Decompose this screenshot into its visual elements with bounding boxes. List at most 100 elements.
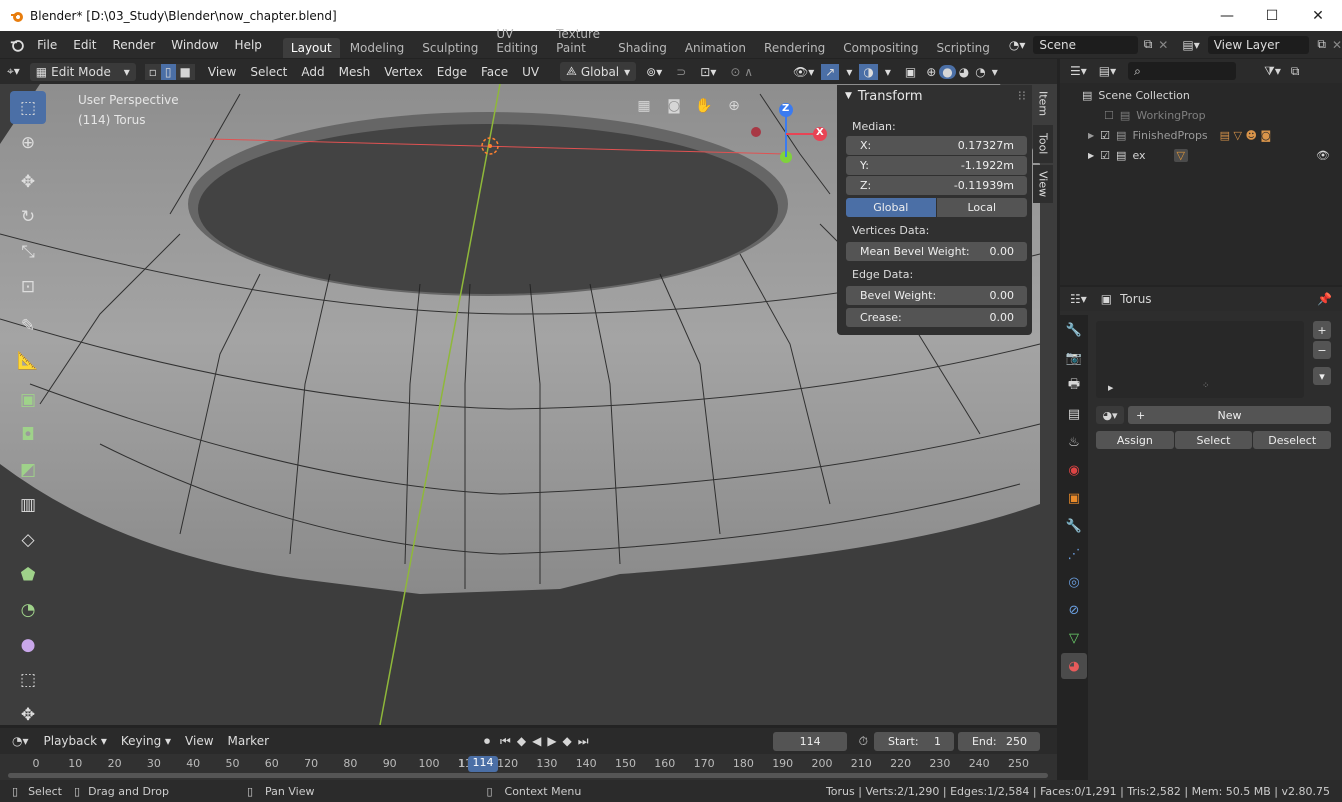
bevel-tool-icon[interactable]: ◩ [10, 453, 46, 486]
snap-icon[interactable]: ⊃ [669, 65, 693, 79]
world-tab-icon[interactable]: ◉ [1061, 457, 1087, 483]
tab-view[interactable]: View [1033, 165, 1053, 203]
shrink-tool-icon[interactable]: ✥ [10, 698, 46, 731]
tab-texture-paint[interactable]: Texture Paint [548, 24, 608, 58]
physics-tab-icon[interactable]: ◎ [1061, 569, 1087, 595]
shading-dropdown-icon[interactable]: ▾ [989, 65, 1001, 79]
loop-cut-tool-icon[interactable]: ▥ [10, 488, 46, 521]
remove-slot-button[interactable]: − [1313, 341, 1331, 359]
output-tab-icon[interactable]: 🖶 [1061, 373, 1087, 399]
menu-mesh[interactable]: Mesh [332, 65, 378, 79]
scale-tool-icon[interactable]: ⤡ [10, 235, 46, 268]
gizmo-x-label[interactable]: X [816, 127, 824, 138]
visibility-icon[interactable]: 👁▾ [786, 65, 821, 79]
orientation-dropdown[interactable]: ⟁ Global ▾ [560, 62, 637, 81]
maximize-button[interactable]: ☐ [1249, 0, 1295, 31]
slot-menu-button[interactable]: ▾ [1313, 367, 1331, 385]
transform-tool-icon[interactable]: ⊡ [10, 270, 46, 303]
zoom-view-icon[interactable]: ⊕ [722, 94, 746, 118]
properties-editor-icon[interactable]: ☷▾ [1070, 292, 1087, 306]
median-z-field[interactable]: Z: -0.11939m [846, 176, 1027, 195]
current-frame-indicator[interactable]: 114 [468, 756, 498, 772]
snap-target-icon[interactable]: ⊡▾ [693, 65, 723, 79]
jump-start-icon[interactable]: ⏮ [500, 734, 511, 749]
menu-add[interactable]: Add [294, 65, 331, 79]
tab-sculpting[interactable]: Sculpting [414, 38, 486, 58]
view-layer-field[interactable]: View Layer [1207, 35, 1310, 54]
tab-uv-editing[interactable]: UV Editing [488, 24, 546, 58]
checkbox-checked-icon[interactable]: ☑ [1100, 129, 1110, 142]
timeline-playback-menu[interactable]: Playback ▾ [37, 734, 114, 748]
editor-type-icon[interactable]: ⌖▾ [0, 64, 27, 79]
select-box-tool-icon[interactable]: ⬚ [10, 91, 46, 124]
tab-scripting[interactable]: Scripting [929, 38, 998, 58]
filter-icon[interactable]: ⧩▾ [1264, 64, 1281, 79]
menu-window[interactable]: Window [163, 38, 226, 52]
menu-help[interactable]: Help [227, 38, 270, 52]
timeline-marker-menu[interactable]: Marker [221, 734, 276, 748]
menu-face[interactable]: Face [474, 65, 515, 79]
timeline-editor-icon[interactable]: ◔▾ [12, 734, 29, 748]
edge-slide-tool-icon[interactable]: ⬚ [10, 663, 46, 696]
pivot-icon[interactable]: ⊚▾ [639, 65, 669, 79]
outliner-search-input[interactable]: ⌕ [1128, 62, 1237, 80]
drag-handle-icon[interactable]: ⁝⁝ [1018, 89, 1026, 104]
copy-view-layer-icon[interactable]: ⧉ [1317, 37, 1326, 52]
overlay-dropdown-icon[interactable]: ▾ [878, 65, 898, 79]
tab-tool[interactable]: Tool [1033, 125, 1053, 163]
median-y-field[interactable]: Y: -1.1922m [846, 156, 1027, 175]
expand-icon[interactable]: ▶ [1088, 151, 1094, 160]
expand-icon[interactable]: ▶ [1108, 384, 1113, 392]
scene-icon[interactable]: ◔▾ [1009, 38, 1026, 52]
inset-tool-icon[interactable]: ◘ [10, 418, 46, 451]
vertex-select-icon[interactable]: ▫ [144, 63, 161, 80]
cursor-tool-icon[interactable]: ⊕ [10, 126, 46, 159]
bevel-weight-field[interactable]: Bevel Weight: 0.00 [846, 286, 1027, 305]
global-button[interactable]: Global [846, 198, 936, 217]
record-icon[interactable]: ⏺ [484, 734, 490, 749]
tab-item[interactable]: Item [1033, 85, 1053, 123]
timeline-keying-menu[interactable]: Keying ▾ [114, 734, 178, 748]
start-frame-field[interactable]: Start: 1 [873, 731, 954, 751]
next-keyframe-icon[interactable]: ◆ [563, 734, 572, 748]
tab-animation[interactable]: Animation [677, 38, 754, 58]
constraints-tab-icon[interactable]: ⊘ [1061, 597, 1087, 623]
crease-field[interactable]: Crease: 0.00 [846, 308, 1027, 327]
deselect-button[interactable]: Deselect [1253, 431, 1332, 449]
annotate-tool-icon[interactable]: ✎ [10, 309, 46, 342]
tool-tab-icon[interactable]: 🔧 [1061, 317, 1087, 343]
object-tab-icon[interactable]: ▣ [1061, 485, 1087, 511]
close-button[interactable]: ✕ [1295, 0, 1341, 31]
blender-menu-icon[interactable] [9, 36, 25, 54]
menu-uv[interactable]: UV [515, 65, 546, 79]
stopwatch-icon[interactable]: ⏱ [859, 734, 868, 749]
shading-rendered-icon[interactable]: ◔ [972, 65, 988, 79]
remove-view-layer-icon[interactable]: ✕ [1332, 38, 1342, 52]
play-icon[interactable]: ▶ [547, 734, 556, 748]
edge-select-icon[interactable]: ▯ [160, 63, 176, 80]
outliner-row-scene-collection[interactable]: ▤ Scene Collection [1060, 85, 1342, 105]
tab-rendering[interactable]: Rendering [756, 38, 833, 58]
checkbox-checked-icon[interactable]: ☑ [1100, 149, 1110, 162]
remove-scene-icon[interactable]: ✕ [1158, 38, 1168, 52]
play-reverse-icon[interactable]: ◀ [532, 734, 541, 748]
move-tool-icon[interactable]: ✥ [10, 165, 46, 198]
material-tab-icon[interactable]: ◕ [1061, 653, 1087, 679]
material-browse-button[interactable]: ◕▾ [1096, 406, 1124, 424]
mean-bevel-weight-field[interactable]: Mean Bevel Weight: 0.00 [846, 242, 1027, 261]
view-layer-icon[interactable]: ▤▾ [1182, 38, 1199, 52]
extrude-tool-icon[interactable]: ▣ [10, 383, 46, 416]
shading-solid-icon[interactable]: ● [939, 64, 956, 79]
assign-button[interactable]: Assign [1096, 431, 1174, 449]
menu-edit[interactable]: Edit [65, 38, 104, 52]
add-slot-button[interactable]: + [1313, 321, 1331, 339]
pin-icon[interactable]: 📌 [1317, 292, 1332, 306]
local-button[interactable]: Local [936, 198, 1027, 217]
jump-end-icon[interactable]: ⏭ [578, 734, 589, 749]
shading-wireframe-icon[interactable]: ⊕ [923, 65, 939, 79]
view-layer-tab-icon[interactable]: ▤ [1061, 401, 1087, 427]
face-select-icon[interactable]: ■ [175, 63, 195, 80]
tab-shading[interactable]: Shading [610, 38, 675, 58]
new-material-button[interactable]: + New [1128, 406, 1331, 424]
overlay-icon[interactable]: ◑ [859, 63, 878, 80]
